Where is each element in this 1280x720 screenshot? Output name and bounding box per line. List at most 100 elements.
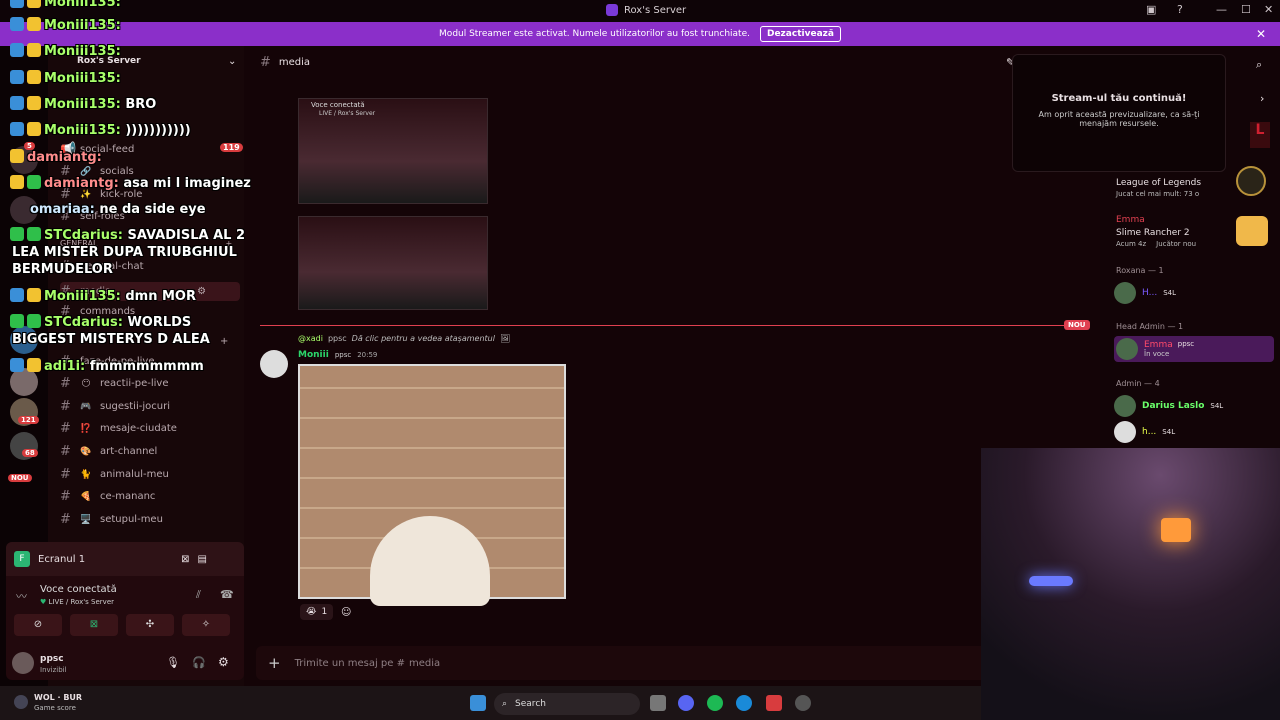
member-item[interactable]: Emma ppsc În voce	[1114, 336, 1274, 362]
member-item[interactable]: Darius Laslo S4L	[1114, 395, 1223, 417]
disable-streamer-button[interactable]: Dezactivează	[759, 26, 841, 42]
message-composer[interactable]: + Trimite un mesaj pe # media 🎁	[256, 646, 1094, 680]
minimize-button[interactable]: —	[1216, 3, 1227, 16]
stream-button[interactable]: ⊠	[70, 614, 118, 636]
avatar[interactable]	[12, 652, 34, 674]
chevron-right-icon[interactable]: ›	[1260, 92, 1264, 105]
noise-icon[interactable]: ⫽	[196, 588, 201, 602]
game-score-title[interactable]: WOL · BUR	[34, 693, 82, 702]
member-item[interactable]: H... S4L	[1114, 282, 1176, 304]
game-icon: L	[1250, 122, 1270, 148]
stream-thumbnail[interactable]	[298, 216, 488, 310]
category-add[interactable]: +	[60, 336, 228, 347]
username: ppsc	[40, 654, 64, 664]
message-header: Moniii ppsc 20:59	[298, 350, 377, 360]
close-icon[interactable]: ✕	[1256, 27, 1266, 41]
message-time: 20:59	[357, 351, 378, 359]
channel-label: media	[80, 286, 112, 297]
channel-commands[interactable]: # commands	[60, 304, 135, 319]
channel-social-feed[interactable]: 📢 social-feed	[60, 142, 134, 157]
disconnect-icon[interactable]: ☎	[220, 588, 234, 601]
popout-icon[interactable]: ▤	[197, 554, 206, 565]
channel-label: setupul-meu	[100, 514, 163, 525]
channel-emoji: 🔗	[80, 166, 92, 177]
edge-icon[interactable]	[736, 695, 752, 711]
server-icon[interactable]	[10, 146, 38, 174]
activities-button[interactable]: ✣	[126, 614, 174, 636]
activity-game: League of Legends	[1116, 178, 1202, 188]
hash-icon: #	[60, 304, 71, 319]
message-author[interactable]: Moniii	[298, 350, 329, 360]
add-attachment-icon[interactable]: +	[268, 654, 281, 672]
camera-off-button[interactable]: ⊘	[14, 614, 62, 636]
screen-share-row[interactable]: F Ecranul 1 ⊠ ▤	[6, 542, 244, 576]
file-explorer-icon[interactable]	[650, 695, 666, 711]
channel-art-channel[interactable]: # 🎨 art-channel	[60, 444, 157, 459]
server-name[interactable]: Rox's Server	[77, 56, 141, 66]
server-icon[interactable]	[10, 196, 38, 224]
channel-animalul-meu[interactable]: # 🐈 animalul-meu	[60, 467, 169, 482]
channel-mesaje-ciudate[interactable]: # ⁉️ mesaje-ciudate	[60, 421, 177, 436]
taskbar: WOL · BUR Game score	[0, 686, 981, 720]
voice-location: LIVE / Rox's Server	[48, 598, 115, 606]
hash-icon: #	[60, 354, 71, 369]
activity-user[interactable]: Emma	[1116, 215, 1145, 225]
member-item[interactable]: h... S4L	[1114, 421, 1175, 443]
headphones-icon[interactable]: 🎧	[192, 656, 206, 669]
app-icon[interactable]	[766, 695, 782, 711]
soundboard-button[interactable]: ✧	[182, 614, 230, 636]
main-chat: # media ✎ Voce conectată LIVE / Rox's Se…	[244, 46, 1100, 686]
mention-badge: 68	[22, 449, 38, 457]
dog-image	[370, 516, 490, 606]
inbox-icon[interactable]: ▣	[1146, 3, 1156, 16]
add-channel-icon[interactable]: +	[225, 239, 232, 248]
channel-media[interactable]: # media ⚙	[60, 282, 240, 301]
stop-stream-icon[interactable]: ⊠	[181, 554, 189, 565]
add-channel-icon[interactable]: +	[220, 336, 228, 347]
add-reaction-icon[interactable]: ☺	[341, 607, 351, 618]
channel-self-roles[interactable]: # self-roles	[60, 209, 125, 224]
channel-emoji: ⁉️	[80, 423, 92, 434]
server-icon[interactable]	[10, 368, 38, 396]
channel-kick-role[interactable]: # ✨ kick-role	[60, 187, 142, 202]
avatar[interactable]	[260, 350, 288, 378]
channel-label: reactii-pe-live	[100, 378, 169, 389]
close-window-button[interactable]: ✕	[1264, 3, 1273, 16]
chevron-down-icon[interactable]: ⌄	[228, 56, 236, 67]
stream-thumbnail[interactable]: Voce conectată LIVE / Rox's Server	[298, 98, 488, 204]
channel-sugestii-jocuri[interactable]: # 🎮 sugestii-jocuri	[60, 399, 170, 414]
category-general[interactable]: GENERAL +	[60, 239, 232, 248]
attachment-image[interactable]	[298, 364, 566, 606]
search-icon[interactable]: ⌕	[1256, 58, 1262, 72]
steam-icon[interactable]	[795, 695, 811, 711]
gear-icon[interactable]: ⚙	[197, 286, 206, 297]
help-icon[interactable]: ?	[1177, 3, 1183, 16]
channel-setupul-meu[interactable]: # 🖥️ setupul-meu	[60, 512, 163, 527]
channel-general-chat[interactable]: # general-chat	[60, 259, 144, 274]
signal-icon: 〰	[16, 590, 27, 603]
discord-icon	[606, 4, 618, 16]
voice-panel: F Ecranul 1 ⊠ ▤ 〰 Voce conectată ♥ LIVE …	[6, 542, 244, 680]
screen-icon: F	[14, 551, 30, 567]
heart-icon: ♥	[40, 598, 49, 606]
streamer-mode-banner: Modul Streamer este activat. Numele util…	[0, 22, 1280, 46]
voice-location-row[interactable]: ♥ LIVE / Rox's Server	[40, 598, 114, 606]
discord-icon[interactable]	[678, 695, 694, 711]
settings-gear-icon[interactable]: ⚙	[218, 655, 229, 669]
window-title-text: Rox's Server	[624, 4, 687, 16]
taskbar-search[interactable]: ⌕ Search	[494, 693, 640, 715]
reaction-pill[interactable]: 😭 1	[300, 604, 334, 620]
maximize-button[interactable]: ☐	[1241, 3, 1251, 16]
channel-reactii-pe-live[interactable]: # 😶 reactii-pe-live	[60, 376, 169, 391]
channel-ce-mananc[interactable]: # 🍕 ce-mananc	[60, 489, 155, 504]
spotify-icon[interactable]	[707, 695, 723, 711]
microphone-icon[interactable]: 🎙	[166, 656, 180, 669]
channel-socials[interactable]: # 🔗 socials	[60, 164, 134, 179]
game-widget-icon[interactable]	[14, 695, 28, 709]
channel-emoji: 😶	[81, 378, 91, 389]
activity-sub: Acum 4z	[1116, 240, 1147, 248]
channel-faze-de-pe-live[interactable]: # faze-de-pe-live	[60, 354, 155, 369]
server-icon[interactable]	[10, 326, 38, 354]
reply-preview[interactable]: @xadi ppsc Dă clic pentru a vedea atașam…	[298, 334, 510, 343]
start-icon[interactable]	[470, 695, 486, 711]
